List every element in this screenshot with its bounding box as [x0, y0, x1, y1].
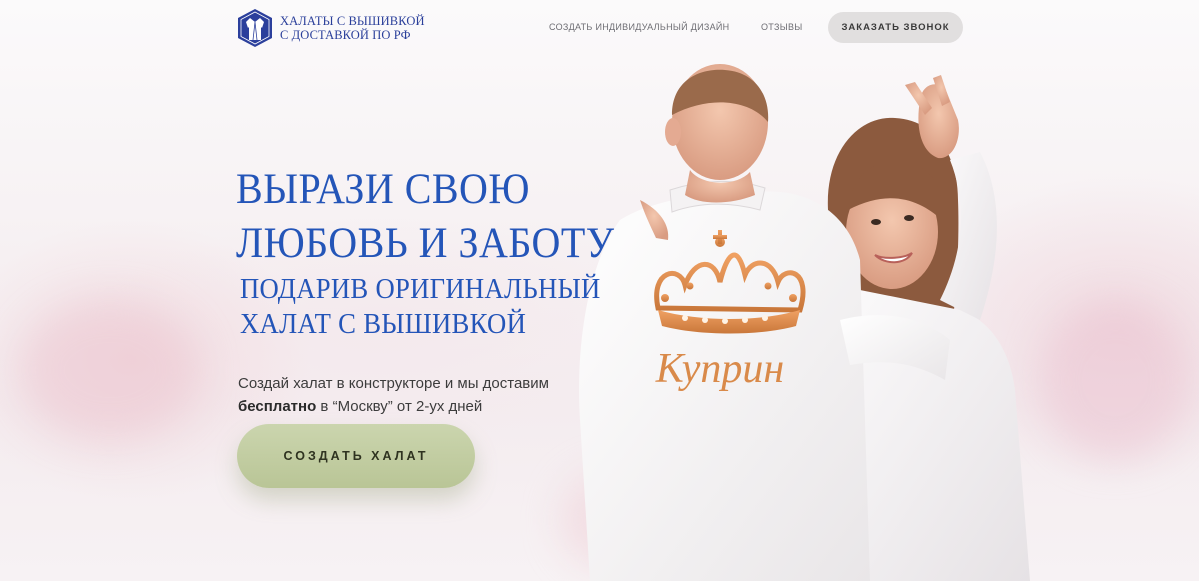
hero-description-bold: бесплатно [238, 398, 317, 415]
hero-description-line-2: в “Москву” от 2-ух дней [316, 398, 483, 415]
embroidery-name-text: Куприн [655, 346, 785, 392]
robe-logo-icon [238, 9, 272, 47]
hero-description-line-1: Создай халат в конструкторе и мы достави… [238, 375, 549, 392]
hero-description: Создай халат в конструкторе и мы достави… [238, 372, 549, 418]
order-call-button[interactable]: ЗАКАЗАТЬ ЗВОНОК [828, 12, 963, 43]
hero-title-line-1: ВЫРАЗИ СВОЮ [236, 166, 530, 213]
logo-line-2: С ДОСТАВКОЙ ПО РФ [280, 28, 411, 42]
background-bokeh [20, 300, 200, 440]
nav-link-reviews[interactable]: ОТЗЫВЫ [761, 22, 803, 32]
hero-title-line-2: ЛЮБОВЬ И ЗАБОТУ [236, 220, 615, 267]
hero-subtitle-line-2: ХАЛАТ С ВЫШИВКОЙ [240, 308, 527, 340]
site-header: ХАЛАТЫ С ВЫШИВКОЙ С ДОСТАВКОЙ ПО РФ СОЗД… [0, 0, 1199, 56]
hero-title: ВЫРАЗИ СВОЮ ЛЮБОВЬ И ЗАБОТУ [236, 163, 643, 271]
create-robe-button[interactable]: СОЗДАТЬ ХАЛАТ [237, 424, 475, 488]
logo-line-1: ХАЛАТЫ С ВЫШИВКОЙ [280, 14, 425, 28]
hero-subtitle: ПОДАРИВ ОРИГИНАЛЬНЫЙ ХАЛАТ С ВЫШИВКОЙ [240, 272, 632, 342]
nav-link-custom-design[interactable]: СОЗДАТЬ ИНДИВИДУАЛЬНЫЙ ДИЗАЙН [549, 22, 729, 32]
logo-text: ХАЛАТЫ С ВЫШИВКОЙ С ДОСТАВКОЙ ПО РФ [280, 14, 425, 42]
hero-subtitle-line-1: ПОДАРИВ ОРИГИНАЛЬНЫЙ [240, 273, 601, 305]
couple-in-robes-photo: Куприн [579, 64, 1030, 581]
site-logo[interactable]: ХАЛАТЫ С ВЫШИВКОЙ С ДОСТАВКОЙ ПО РФ [236, 8, 425, 48]
